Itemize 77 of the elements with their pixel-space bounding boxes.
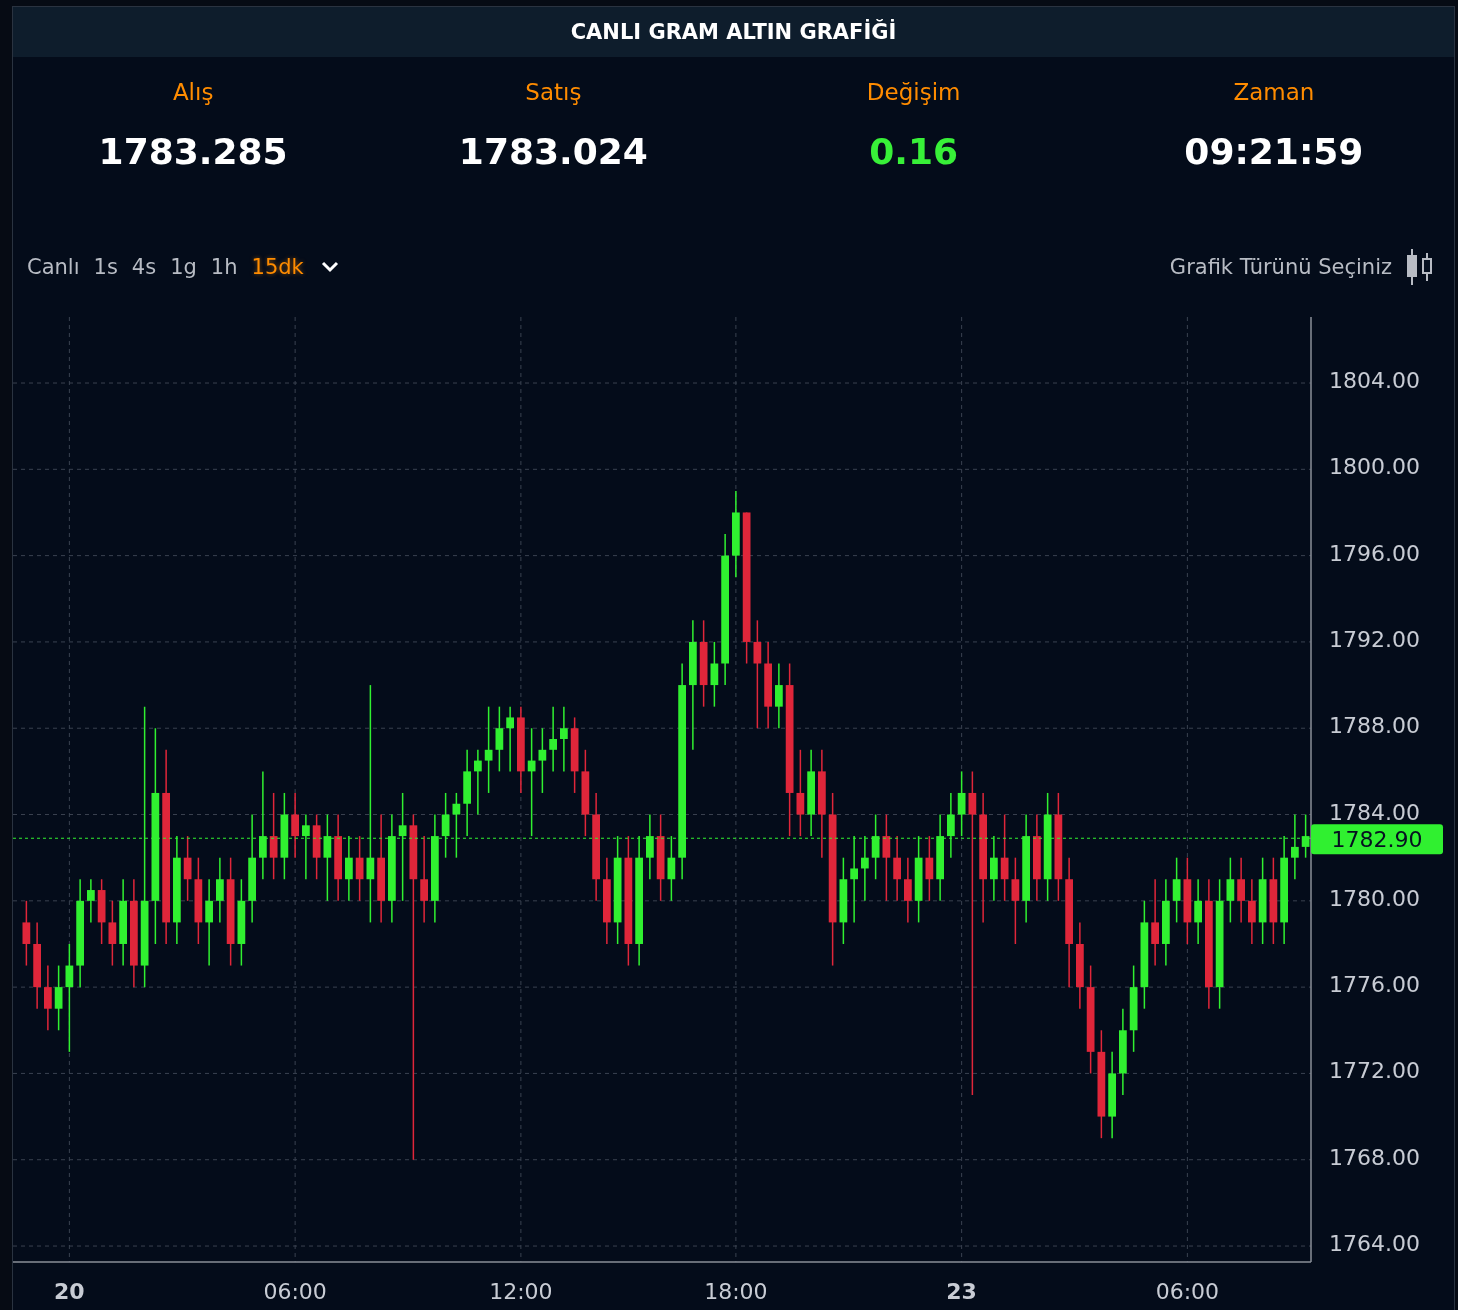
candle [871, 813, 880, 880]
y-axis-label: 1800.00 [1329, 454, 1420, 480]
candle [1291, 813, 1299, 880]
candle [495, 705, 504, 773]
candle [947, 792, 955, 859]
chevron-down-icon[interactable] [319, 260, 340, 274]
candle [87, 878, 95, 924]
candle [1237, 856, 1245, 924]
interval-tab[interactable]: 4s [125, 255, 163, 279]
candle [291, 792, 299, 859]
candlestick-icon[interactable] [1404, 248, 1434, 286]
candle [646, 813, 654, 880]
current-price-badge: 1782.90 [1311, 824, 1443, 855]
candle [925, 835, 934, 902]
candle [775, 662, 783, 729]
y-axis-label: 1776.00 [1329, 972, 1420, 998]
stat-label: Satış [525, 79, 582, 105]
stat-value: 1783.024 [458, 131, 648, 172]
candle [1172, 856, 1181, 924]
interval-tab[interactable]: Canlı [21, 255, 86, 279]
candle [538, 727, 547, 794]
candle [506, 705, 514, 773]
candle [183, 835, 192, 902]
y-axis-label: 1792.00 [1329, 626, 1420, 652]
y-axis-label: 1768.00 [1329, 1144, 1420, 1170]
interval-tab[interactable]: 1h [204, 255, 244, 279]
candle [441, 792, 450, 859]
interval-tab[interactable]: 1g [164, 255, 203, 279]
stat-label: Değişim [866, 79, 961, 105]
stat-label: Alış [172, 79, 214, 105]
candle [302, 813, 310, 880]
candle [861, 835, 869, 902]
candle [1248, 878, 1256, 945]
x-axis-label: 06:00 [1155, 1279, 1220, 1304]
candle [667, 835, 676, 902]
panel-title: CANLI GRAM ALTIN GRAFİĞİ [570, 20, 897, 44]
y-axis-label: 1780.00 [1329, 885, 1420, 911]
candle [312, 813, 321, 880]
interval-tab[interactable]: 15dk [245, 255, 310, 279]
y-axis-label: 1788.00 [1329, 713, 1420, 739]
candle [44, 964, 52, 1032]
candle [216, 856, 224, 924]
interval-tab[interactable]: 1s [87, 255, 124, 279]
candle [474, 749, 482, 816]
candle [108, 900, 117, 967]
candle [904, 856, 912, 924]
x-axis-label: 18:00 [704, 1279, 768, 1304]
candle [22, 900, 31, 967]
y-axis-label: 1784.00 [1329, 799, 1420, 825]
ref-line-label: 1782.90 [1331, 827, 1423, 853]
candle [345, 835, 353, 902]
candle [355, 835, 364, 902]
x-axis-label: 23 [946, 1279, 977, 1304]
candle [452, 792, 461, 859]
chart-type-button[interactable]: Grafik Türünü Seçiniz [1169, 255, 1392, 279]
stat-label: Zaman [1233, 79, 1315, 105]
x-axis-label: 20 [54, 1279, 85, 1304]
x-axis-label: 06:00 [263, 1279, 327, 1304]
y-axis-label: 1796.00 [1329, 540, 1420, 566]
stat-value: 0.16 [869, 131, 959, 172]
candle [710, 641, 719, 708]
candle [97, 878, 106, 945]
x-axis-label: 12:00 [489, 1279, 553, 1304]
y-axis-label: 1764.00 [1329, 1231, 1420, 1257]
candle [1301, 813, 1310, 859]
candle [549, 705, 557, 773]
candle [990, 835, 998, 902]
candle [54, 964, 63, 1032]
stat-value: 1783.285 [98, 131, 288, 172]
y-axis-label: 1804.00 [1329, 368, 1420, 393]
y-axis-label: 1772.00 [1329, 1058, 1420, 1084]
candle [560, 705, 568, 773]
candle [1194, 878, 1202, 945]
candle [1226, 856, 1235, 924]
candle [957, 770, 966, 837]
candle [893, 835, 901, 902]
stat-value: 09:21:59 [1184, 131, 1364, 172]
